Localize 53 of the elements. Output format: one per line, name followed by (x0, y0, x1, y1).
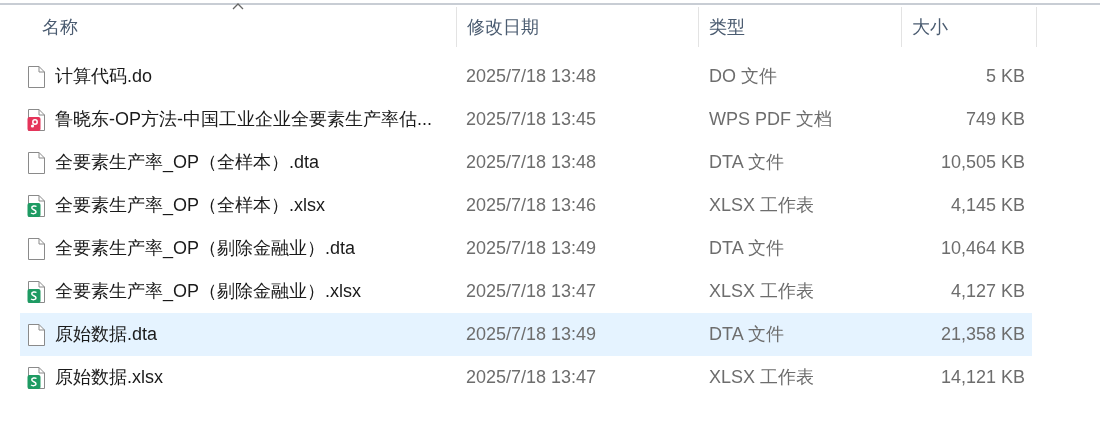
file-type: XLSX 工作表 (709, 367, 815, 387)
file-size: 21,358 KB (940, 324, 1025, 344)
file-name: 计算代码.do (55, 65, 153, 88)
file-row[interactable]: 鲁晓东-OP方法-中国工业企业全要素生产率估... 2025/7/18 13:45 WPS PDF 文档 749 KB (20, 98, 1032, 141)
file-type: XLSX 工作表 (709, 195, 815, 215)
modified-date: 2025/7/18 13:47 (466, 367, 597, 387)
file-row[interactable]: 计算代码.do 2025/7/18 13:48 DO 文件 5 KB (20, 55, 1032, 98)
file-type: DTA 文件 (709, 238, 784, 258)
modified-date: 2025/7/18 13:46 (466, 195, 597, 215)
file-type: DTA 文件 (709, 324, 784, 344)
modified-date: 2025/7/18 13:47 (466, 281, 597, 301)
document-icon (27, 150, 46, 175)
sort-chevron-icon (232, 3, 244, 10)
modified-date: 2025/7/18 13:49 (466, 238, 597, 258)
file-row[interactable]: 全要素生产率_OP（剔除金融业）.dta 2025/7/18 13:49 DTA 文件 10,464 KB (20, 227, 1032, 270)
spreadsheet-icon (27, 279, 46, 304)
file-size: 4,127 KB (950, 281, 1025, 301)
file-row[interactable]: 全要素生产率_OP（剔除金融业）.xlsx 2025/7/18 13:47 XLSX 工作表 4,127 KB (20, 270, 1032, 313)
file-row[interactable]: 全要素生产率_OP（全样本）.dta 2025/7/18 13:48 DTA 文件 10,505 KB (20, 141, 1032, 184)
file-row[interactable]: 原始数据.xlsx 2025/7/18 13:47 XLSX 工作表 14,121 KB (20, 356, 1032, 399)
column-header[interactable]: 类型 (709, 13, 745, 41)
spreadsheet-icon (27, 365, 46, 390)
file-name: 鲁晓东-OP方法-中国工业企业全要素生产率估... (55, 108, 432, 131)
modified-date: 2025/7/18 13:45 (466, 109, 597, 129)
file-type: DTA 文件 (709, 152, 784, 172)
modified-date: 2025/7/18 13:49 (466, 324, 597, 344)
document-icon (27, 322, 46, 347)
file-size: 4,145 KB (950, 195, 1025, 215)
file-name: 全要素生产率_OP（剔除金融业）.dta (55, 237, 356, 261)
file-name: 全要素生产率_OP（全样本）.dta (55, 151, 320, 175)
file-size: 10,464 KB (940, 238, 1025, 258)
document-icon (27, 64, 46, 89)
column-header[interactable]: 大小 (912, 13, 948, 41)
file-row[interactable]: 全要素生产率_OP（全样本）.xlsx 2025/7/18 13:46 XLSX 工作表 4,145 KB (20, 184, 1032, 227)
file-name: 原始数据.xlsx (55, 366, 163, 389)
file-type: XLSX 工作表 (709, 281, 815, 301)
spreadsheet-icon (27, 193, 46, 218)
file-size: 14,121 KB (940, 367, 1025, 387)
document-icon (27, 236, 46, 261)
file-type: DO 文件 (709, 66, 777, 86)
file-name: 全要素生产率_OP（剔除金融业）.xlsx (55, 280, 362, 304)
file-size: 10,505 KB (940, 152, 1025, 172)
file-name: 原始数据.dta (55, 323, 158, 346)
file-size: 5 KB (985, 66, 1025, 86)
file-row[interactable]: 原始数据.dta 2025/7/18 13:49 DTA 文件 21,358 KB (20, 313, 1032, 356)
file-type: WPS PDF 文档 (709, 109, 832, 129)
file-name: 全要素生产率_OP（全样本）.xlsx (55, 194, 326, 218)
modified-date: 2025/7/18 13:48 (466, 66, 597, 86)
column-header[interactable]: 修改日期 (467, 13, 539, 41)
file-size: 749 KB (965, 109, 1025, 129)
pdf-file-icon (27, 107, 46, 132)
column-header[interactable]: 名称 (42, 13, 78, 41)
modified-date: 2025/7/18 13:48 (466, 152, 597, 172)
